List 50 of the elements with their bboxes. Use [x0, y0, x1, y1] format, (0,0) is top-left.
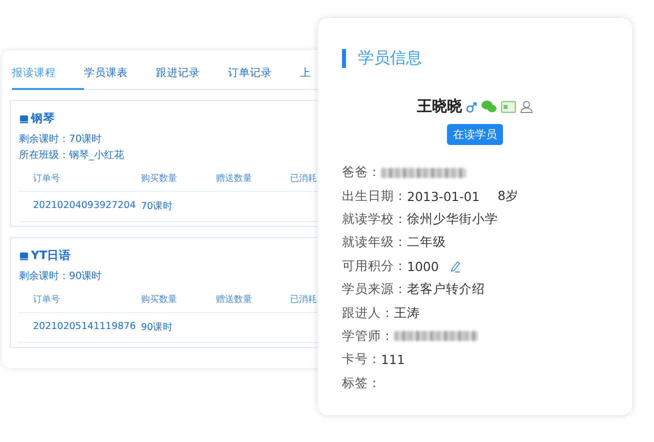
course-name: 钢琴 — [31, 111, 55, 126]
person-icon — [520, 100, 533, 113]
field-value: 1000 — [407, 258, 439, 274]
field-value: 王涛 — [394, 304, 420, 322]
column-header: 订单号 — [33, 172, 61, 185]
tab[interactable]: 学员课表 — [84, 60, 156, 90]
column-header: 赠送数量 — [216, 294, 253, 306]
column-header: 订单号 — [33, 294, 61, 306]
tab[interactable]: 跟进记录 — [156, 60, 228, 90]
course-name: YT日语 — [31, 248, 72, 263]
tab[interactable]: 订单记录 — [228, 60, 300, 90]
table-cell-text: 20210205141119876 — [33, 321, 137, 334]
field-value: 徐州少华街小学 — [407, 210, 498, 228]
id-card-icon — [501, 100, 516, 112]
field-label: 跟进人： — [342, 304, 394, 322]
book-icon — [19, 114, 29, 124]
table-cell-text: 70课时 — [141, 200, 174, 213]
field-label: 出生日期： — [342, 188, 407, 205]
male-icon — [466, 100, 477, 112]
table-cell-text: 20210204093927204 — [33, 200, 137, 213]
course-info: 所在班级：钢琴_小红花 — [19, 148, 125, 163]
field-label: 就读年级： — [342, 234, 407, 252]
edit-icon[interactable] — [448, 260, 462, 273]
column-header: 购买数量 — [141, 172, 178, 185]
column-header: 赠送数量 — [216, 172, 253, 185]
tab[interactable]: 报读课程 — [12, 60, 84, 90]
field-label: 卡号： — [342, 351, 381, 368]
status-badge: 在读学员 — [447, 124, 503, 145]
field-value: 111 — [381, 352, 405, 368]
tab[interactable]: 上 — [300, 60, 332, 90]
field-value: 二年级 — [407, 234, 446, 252]
panel-title: 学员信息 — [358, 48, 422, 69]
chat-icon — [481, 100, 497, 113]
column-header: 已消耗 — [290, 294, 318, 306]
column-header: 已消耗 — [290, 172, 318, 185]
field-value: 老客户转介绍 — [407, 281, 485, 298]
student-name: 王晓晓 — [417, 97, 462, 116]
field-label: 标签： — [342, 374, 381, 392]
book-icon — [19, 250, 29, 260]
field-label: 爸爸： — [342, 164, 381, 182]
column-header: 购买数量 — [141, 294, 178, 306]
course-info: 剩余课时：90课时 — [19, 270, 103, 284]
field-label: 学管师： — [342, 328, 394, 345]
field-value: 2013-01-01 — [407, 188, 480, 204]
table-cell-text: 90课时 — [141, 321, 174, 334]
age-value: 8岁 — [498, 188, 519, 205]
course-info: 剩余课时：70课时 — [19, 132, 103, 147]
field-label: 可用积分： — [342, 258, 407, 275]
field-label: 学员来源： — [342, 281, 407, 298]
field-label: 就读学校： — [342, 210, 407, 228]
